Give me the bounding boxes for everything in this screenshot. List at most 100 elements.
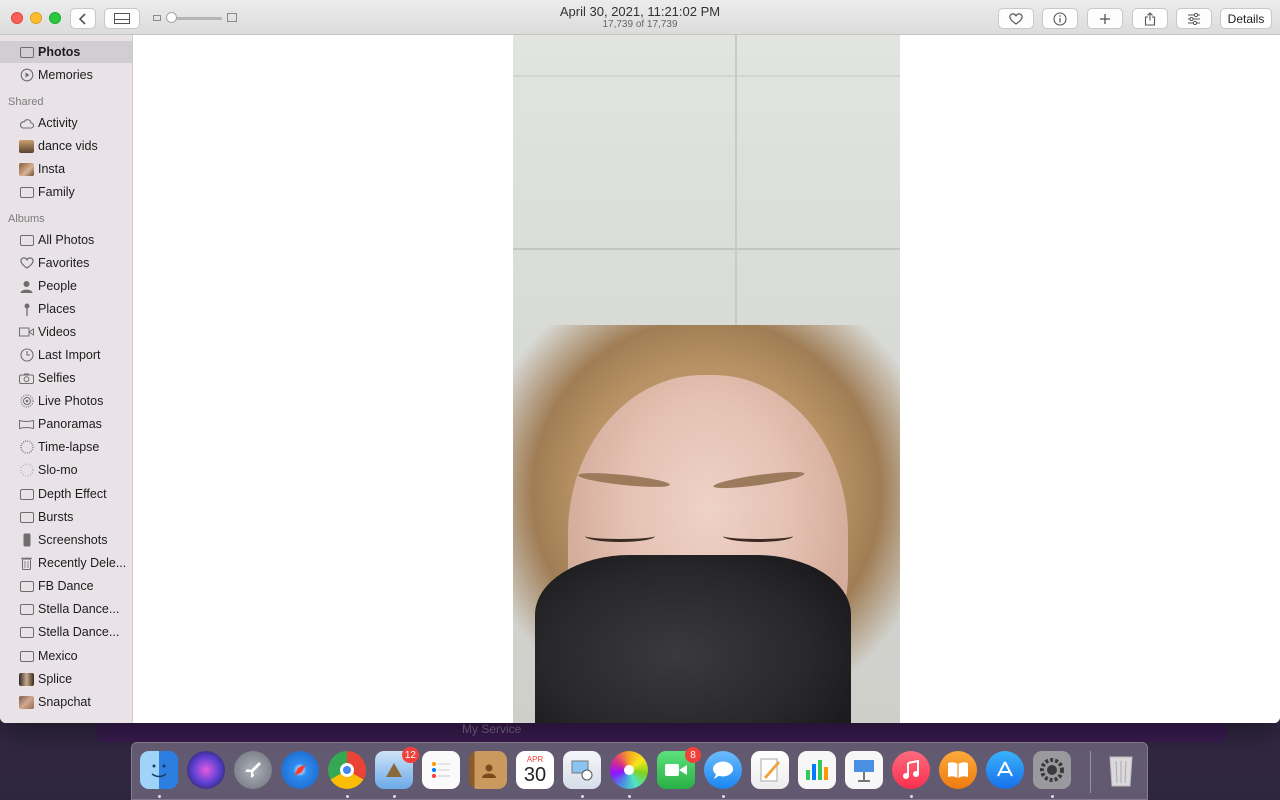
sidebar-item-label: Stella Dance...: [38, 602, 120, 616]
sidebar-item-dance-vids[interactable]: dance vids: [0, 135, 132, 157]
sidebar-item-time-lapse[interactable]: Time-lapse: [0, 436, 132, 458]
album-icon: [19, 603, 34, 616]
running-indicator: [628, 795, 631, 798]
sidebar-item-people[interactable]: People: [0, 275, 132, 297]
app-store-icon[interactable]: [986, 751, 1024, 789]
safari-icon[interactable]: [281, 751, 319, 789]
siri-icon[interactable]: [187, 751, 225, 789]
sidebar-item-places[interactable]: Places: [0, 298, 132, 320]
sidebar-item-last-import[interactable]: Last Import: [0, 344, 132, 366]
phone-icon: [19, 533, 34, 547]
sidebar-item-live-photos[interactable]: Live Photos: [0, 390, 132, 412]
keynote-icon[interactable]: [845, 751, 883, 789]
sidebar-item-favorites[interactable]: Favorites: [0, 252, 132, 274]
sidebar-item-bursts[interactable]: Bursts: [0, 506, 132, 528]
mail-icon[interactable]: 12: [375, 747, 419, 789]
sidebar-item-stella-dance-2[interactable]: Stella Dance...: [0, 621, 132, 643]
sidebar-item-label: Videos: [38, 325, 76, 339]
sidebar-item-label: Activity: [38, 116, 78, 130]
sidebar-item-label: Screenshots: [38, 533, 108, 547]
chrome-icon[interactable]: [328, 751, 366, 789]
background-window-text: My Service: [462, 722, 522, 736]
pages-icon[interactable]: [751, 751, 789, 789]
info-icon: [1053, 11, 1067, 26]
sidebar-item-activity[interactable]: Activity: [0, 112, 132, 134]
person-icon: [19, 280, 34, 293]
adjust-button[interactable]: [1176, 8, 1212, 29]
dock: 12 APR 30 8: [131, 742, 1148, 800]
timelapse-icon: [19, 440, 34, 454]
photos-window: April 30, 2021, 11:21:02 PM 17,739 of 17…: [0, 0, 1280, 723]
sidebar-item-snapchat[interactable]: Snapchat: [0, 691, 132, 713]
sidebar-item-label: Last Import: [38, 348, 101, 362]
sidebar-item-label: Bursts: [38, 510, 74, 524]
sidebar-section-shared: Shared: [8, 96, 44, 108]
system-preferences-icon[interactable]: [1033, 751, 1071, 789]
contacts-icon[interactable]: [469, 751, 507, 789]
sidebar-item-depth-effect[interactable]: Depth Effect: [0, 483, 132, 505]
calendar-icon[interactable]: APR 30: [516, 751, 554, 789]
thumbnail-icon: [19, 695, 34, 709]
sidebar-item-family[interactable]: Family: [0, 181, 132, 203]
sidebar-item-insta[interactable]: Insta: [0, 158, 132, 180]
sidebar-item-fb-dance[interactable]: FB Dance: [0, 575, 132, 597]
thumbnail-icon: [19, 672, 34, 686]
share-button[interactable]: [1132, 8, 1168, 29]
finder-icon[interactable]: [140, 751, 178, 789]
sidebar-item-label: Recently Dele...: [38, 556, 127, 570]
album-icon: [19, 650, 34, 663]
album-icon: [19, 186, 34, 199]
music-icon[interactable]: [892, 751, 930, 789]
messages-icon[interactable]: [704, 751, 742, 789]
favorite-button[interactable]: [998, 8, 1034, 29]
sidebar-item-screenshots[interactable]: Screenshots: [0, 529, 132, 551]
sidebar-item-stella-dance-1[interactable]: Stella Dance...: [0, 598, 132, 620]
heart-icon: [19, 257, 34, 270]
photo-viewer[interactable]: [133, 35, 1280, 723]
info-button[interactable]: [1042, 8, 1078, 29]
dock-separator: [1090, 751, 1091, 793]
album-icon: [19, 46, 34, 59]
sidebar-item-photos[interactable]: Photos: [0, 41, 132, 63]
sidebar-item-label: Panoramas: [38, 417, 102, 431]
thumbnail-icon: [19, 162, 34, 176]
sidebar-item-splice[interactable]: Splice: [0, 668, 132, 690]
sidebar-item-recently-deleted[interactable]: Recently Dele...: [0, 552, 132, 574]
calendar-month: APR: [526, 754, 544, 764]
right-eye: [723, 530, 793, 542]
add-to-button[interactable]: [1087, 8, 1123, 29]
launchpad-icon[interactable]: [234, 751, 272, 789]
preview-icon[interactable]: [563, 751, 601, 789]
sidebar-item-label: Depth Effect: [38, 487, 107, 501]
facetime-icon[interactable]: 8: [657, 747, 701, 789]
pin-icon: [19, 303, 34, 316]
album-icon: [19, 488, 34, 501]
sidebar-item-videos[interactable]: Videos: [0, 321, 132, 343]
details-button[interactable]: Details: [1220, 8, 1272, 29]
album-icon: [19, 511, 34, 524]
sidebar-item-label: People: [38, 279, 77, 293]
ceiling-tile-line: [513, 75, 900, 77]
running-indicator: [158, 795, 161, 798]
sidebar-item-all-photos[interactable]: All Photos: [0, 229, 132, 251]
sidebar-item-selfies[interactable]: Selfies: [0, 367, 132, 389]
sidebar-item-mexico[interactable]: Mexico: [0, 645, 132, 667]
sidebar-item-label: Live Photos: [38, 394, 104, 408]
ceiling-tile-line: [513, 248, 900, 250]
clock-icon: [19, 348, 34, 362]
selfie-photo[interactable]: [513, 35, 900, 723]
photos-icon[interactable]: [610, 751, 648, 789]
sidebar-item-memories[interactable]: Memories: [0, 64, 132, 86]
sidebar-item-label: Insta: [38, 162, 66, 176]
reminders-icon[interactable]: [422, 751, 460, 789]
running-indicator: [1051, 795, 1054, 798]
title-bar: April 30, 2021, 11:21:02 PM 17,739 of 17…: [0, 0, 1280, 35]
sidebar-item-panoramas[interactable]: Panoramas: [0, 413, 132, 435]
camera-icon: [19, 372, 34, 385]
numbers-icon[interactable]: [798, 751, 836, 789]
trash-icon[interactable]: [1102, 751, 1140, 789]
books-icon[interactable]: [939, 751, 977, 789]
sidebar-item-slo-mo[interactable]: Slo-mo: [0, 459, 132, 481]
sidebar-item-label: Memories: [38, 68, 93, 82]
sidebar-item-label: Time-lapse: [38, 440, 100, 454]
